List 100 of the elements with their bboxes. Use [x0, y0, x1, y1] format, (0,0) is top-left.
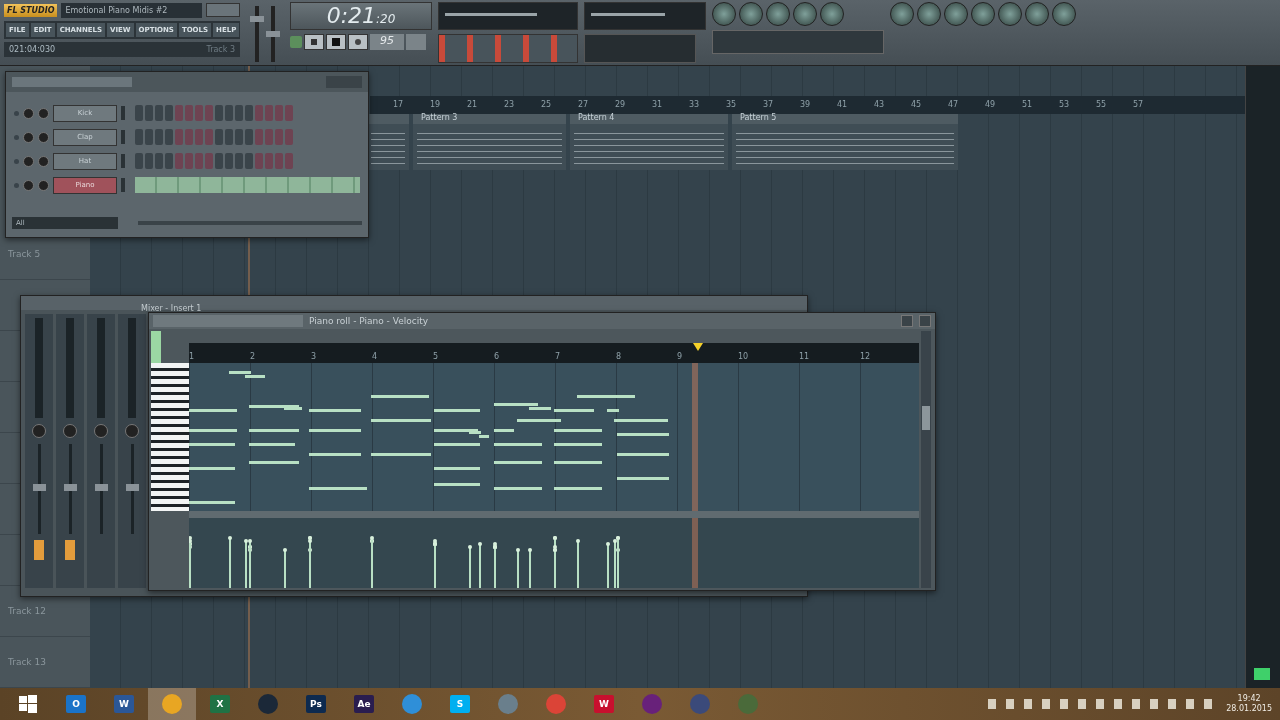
step-button[interactable]: [145, 129, 153, 145]
step-button[interactable]: [285, 105, 293, 121]
step-button[interactable]: [255, 129, 263, 145]
taskbar-app[interactable]: Ps: [292, 688, 340, 720]
step-button[interactable]: [215, 105, 223, 121]
tool-icon[interactable]: [917, 2, 941, 26]
step-button[interactable]: [185, 105, 193, 121]
mute-led-icon[interactable]: [14, 110, 19, 116]
snap-dropdown[interactable]: [584, 34, 696, 63]
step-button[interactable]: [195, 105, 203, 121]
volume-knob[interactable]: [38, 131, 49, 143]
step-button[interactable]: [165, 153, 173, 169]
step-button[interactable]: [235, 153, 243, 169]
clock[interactable]: 19:42 28.01.2015: [1226, 694, 1272, 714]
step-button[interactable]: [235, 129, 243, 145]
step-button[interactable]: [265, 105, 273, 121]
volume-knob[interactable]: [38, 179, 49, 191]
step-button[interactable]: [135, 153, 143, 169]
pattern-clip[interactable]: Pattern 4: [570, 114, 728, 170]
mute-led-icon[interactable]: [14, 158, 19, 164]
taskbar-app[interactable]: O: [52, 688, 100, 720]
note-grid-drawing[interactable]: [189, 363, 919, 511]
step-button[interactable]: [145, 105, 153, 121]
pattern-song-toggle[interactable]: [290, 36, 302, 48]
step-button[interactable]: [285, 129, 293, 145]
step-button[interactable]: [265, 129, 273, 145]
step-button[interactable]: [155, 105, 163, 121]
step-button[interactable]: [245, 105, 253, 121]
step-button[interactable]: [135, 129, 143, 145]
pan-knob[interactable]: [23, 131, 34, 143]
settings-leds-drawing[interactable]: [438, 34, 578, 63]
channel-select-indicator[interactable]: [121, 154, 125, 168]
volume-knob[interactable]: [38, 155, 49, 167]
rack-tools-icon[interactable]: [12, 77, 132, 87]
step-button[interactable]: [175, 105, 183, 121]
tempo-display[interactable]: 95: [370, 34, 404, 50]
master-pitch-slider[interactable]: [266, 6, 280, 62]
step-button[interactable]: [165, 129, 173, 145]
channel-select-indicator[interactable]: [121, 178, 125, 192]
window-toggle-icon[interactable]: [712, 2, 736, 26]
pattern-clip[interactable]: [367, 114, 409, 170]
pan-knob[interactable]: [23, 155, 34, 167]
step-button[interactable]: [185, 153, 193, 169]
step-button[interactable]: [265, 153, 273, 169]
step-button[interactable]: [275, 105, 283, 121]
step-button[interactable]: [135, 105, 143, 121]
rack-scrollbar[interactable]: [138, 221, 362, 225]
taskbar-app[interactable]: W: [100, 688, 148, 720]
tool-icon[interactable]: [1025, 2, 1049, 26]
window-toggle-icon[interactable]: [793, 2, 817, 26]
step-button[interactable]: [205, 153, 213, 169]
step-button[interactable]: [155, 129, 163, 145]
vertical-scrollbar[interactable]: [921, 331, 931, 588]
step-button[interactable]: [285, 153, 293, 169]
maximize-icon[interactable]: [901, 315, 913, 327]
step-button[interactable]: [245, 129, 253, 145]
step-button[interactable]: [225, 129, 233, 145]
step-button[interactable]: [275, 153, 283, 169]
step-button[interactable]: [225, 153, 233, 169]
fl-studio-logo[interactable]: FL STUDIO: [4, 3, 58, 17]
window-toggle-icon[interactable]: [739, 2, 763, 26]
window-toggle-icon[interactable]: [820, 2, 844, 26]
step-button[interactable]: [225, 105, 233, 121]
step-button[interactable]: [215, 129, 223, 145]
piano-keyboard-drawing[interactable]: [151, 363, 189, 511]
mini-piano-roll[interactable]: [135, 177, 360, 193]
tool-icon[interactable]: [890, 2, 914, 26]
pattern-clip[interactable]: Pattern 5: [732, 114, 958, 170]
tool-icon[interactable]: [1052, 2, 1076, 26]
step-button[interactable]: [205, 105, 213, 121]
pan-knob[interactable]: [23, 179, 34, 191]
playhead-marker-icon[interactable]: [693, 343, 703, 351]
pattern-clip[interactable]: Pattern 3: [413, 114, 566, 170]
step-button[interactable]: [235, 105, 243, 121]
close-icon[interactable]: [919, 315, 931, 327]
taskbar-app[interactable]: Ae: [340, 688, 388, 720]
master-volume-slider[interactable]: [250, 6, 264, 62]
taskbar-app[interactable]: W: [580, 688, 628, 720]
taskbar-app-icon[interactable]: [148, 688, 196, 720]
piano-roll-ruler[interactable]: 1 2 3 4 5 6 7 8 9 10 11 12: [189, 343, 919, 363]
pan-knob[interactable]: [23, 107, 34, 119]
pitch-box[interactable]: [406, 34, 426, 50]
playlist-ruler[interactable]: 17 19 21 23 25 27 29 31 33 35 37 39 41 43 45 47 49 51 53 55 57: [370, 96, 1245, 114]
step-button[interactable]: [155, 153, 163, 169]
window-toggle-icon[interactable]: [766, 2, 790, 26]
mute-led-icon[interactable]: [14, 134, 19, 140]
step-button[interactable]: [175, 129, 183, 145]
velocity-lane-drawing[interactable]: [189, 518, 919, 588]
volume-knob[interactable]: [38, 107, 49, 119]
tool-icon[interactable]: [971, 2, 995, 26]
step-button[interactable]: [195, 129, 203, 145]
taskbar-app[interactable]: X: [196, 688, 244, 720]
stop-button[interactable]: [326, 34, 346, 50]
mixer-strip[interactable]: [25, 314, 53, 588]
step-button[interactable]: [275, 129, 283, 145]
step-button[interactable]: [255, 153, 263, 169]
step-button[interactable]: [165, 105, 173, 121]
step-button[interactable]: [195, 153, 203, 169]
step-button[interactable]: [175, 153, 183, 169]
step-button[interactable]: [185, 129, 193, 145]
